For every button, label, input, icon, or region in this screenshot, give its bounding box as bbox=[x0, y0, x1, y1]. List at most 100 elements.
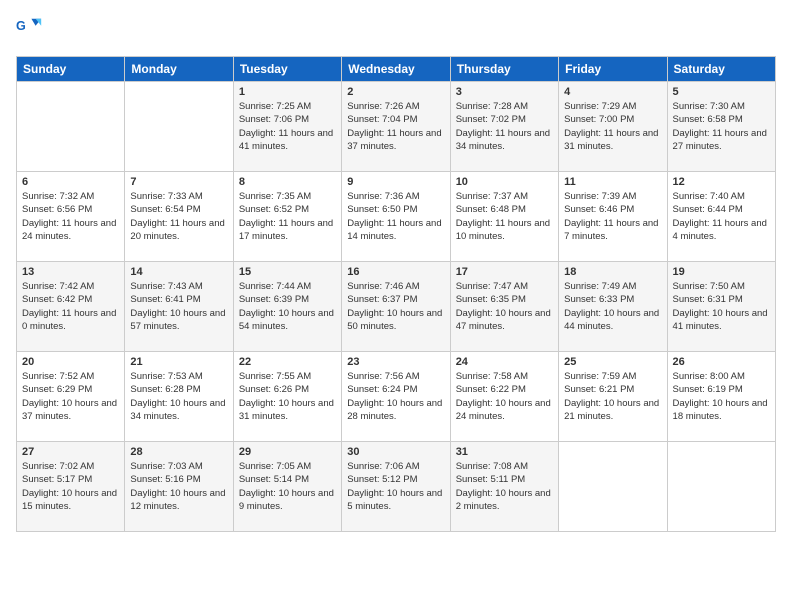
day-info: Sunrise: 7:46 AMSunset: 6:37 PMDaylight:… bbox=[347, 280, 444, 333]
day-info: Sunrise: 7:42 AMSunset: 6:42 PMDaylight:… bbox=[22, 280, 119, 333]
day-info: Sunrise: 7:56 AMSunset: 6:24 PMDaylight:… bbox=[347, 370, 444, 423]
calendar-cell: 6 Sunrise: 7:32 AMSunset: 6:56 PMDaylight… bbox=[17, 172, 125, 262]
day-info: Sunrise: 7:49 AMSunset: 6:33 PMDaylight:… bbox=[564, 280, 661, 333]
day-info: Sunrise: 7:32 AMSunset: 6:56 PMDaylight:… bbox=[22, 190, 119, 243]
calendar-cell: 16 Sunrise: 7:46 AMSunset: 6:37 PMDayligh… bbox=[342, 262, 450, 352]
calendar-cell: 31Sunrise: 7:08 AMSunset: 5:11 PMDayligh… bbox=[450, 442, 558, 532]
day-number: 10 bbox=[456, 176, 553, 188]
header-day-monday: Monday bbox=[125, 57, 233, 82]
day-info: Sunrise: 7:47 AMSunset: 6:35 PMDaylight:… bbox=[456, 280, 553, 333]
day-info: Sunrise: 7:40 AMSunset: 6:44 PMDaylight:… bbox=[673, 190, 770, 243]
logo: G bbox=[16, 16, 48, 44]
day-number: 16 bbox=[347, 266, 444, 278]
day-info: Sunrise: 7:44 AMSunset: 6:39 PMDaylight:… bbox=[239, 280, 336, 333]
calendar-cell: 1 Sunrise: 7:25 AMSunset: 7:06 PMDaylight… bbox=[233, 82, 341, 172]
day-number: 22 bbox=[239, 356, 336, 368]
calendar-cell: 18Sunrise: 7:49 AMSunset: 6:33 PMDayligh… bbox=[559, 262, 667, 352]
day-number: 2 bbox=[347, 86, 444, 98]
day-number: 12 bbox=[673, 176, 770, 188]
day-info: Sunrise: 7:39 AMSunset: 6:46 PMDaylight:… bbox=[564, 190, 661, 243]
calendar-cell: 15 Sunrise: 7:44 AMSunset: 6:39 PMDayligh… bbox=[233, 262, 341, 352]
calendar-cell: 25 Sunrise: 7:59 AMSunset: 6:21 PMDayligh… bbox=[559, 352, 667, 442]
day-number: 28 bbox=[130, 446, 227, 458]
day-info: Sunrise: 7:36 AMSunset: 6:50 PMDaylight:… bbox=[347, 190, 444, 243]
calendar-cell: 22 Sunrise: 7:55 AMSunset: 6:26 PMDayligh… bbox=[233, 352, 341, 442]
calendar-cell: 23Sunrise: 7:56 AMSunset: 6:24 PMDayligh… bbox=[342, 352, 450, 442]
calendar-cell: 28 Sunrise: 7:03 AMSunset: 5:16 PMDayligh… bbox=[125, 442, 233, 532]
header-day-thursday: Thursday bbox=[450, 57, 558, 82]
day-info: Sunrise: 7:33 AMSunset: 6:54 PMDaylight:… bbox=[130, 190, 227, 243]
week-row-5: 27 Sunrise: 7:02 AMSunset: 5:17 PMDayligh… bbox=[17, 442, 776, 532]
header-day-sunday: Sunday bbox=[17, 57, 125, 82]
calendar-cell: 19Sunrise: 7:50 AMSunset: 6:31 PMDayligh… bbox=[667, 262, 775, 352]
calendar-cell: 12 Sunrise: 7:40 AMSunset: 6:44 PMDayligh… bbox=[667, 172, 775, 262]
day-number: 14 bbox=[130, 266, 227, 278]
calendar-cell: 4Sunrise: 7:29 AMSunset: 7:00 PMDaylight… bbox=[559, 82, 667, 172]
day-number: 1 bbox=[239, 86, 336, 98]
day-number: 9 bbox=[347, 176, 444, 188]
day-number: 19 bbox=[673, 266, 770, 278]
calendar-cell bbox=[17, 82, 125, 172]
day-number: 24 bbox=[456, 356, 553, 368]
day-number: 17 bbox=[456, 266, 553, 278]
day-info: Sunrise: 7:28 AMSunset: 7:02 PMDaylight:… bbox=[456, 100, 553, 153]
day-number: 11 bbox=[564, 176, 661, 188]
header-row: SundayMondayTuesdayWednesdayThursdayFrid… bbox=[17, 57, 776, 82]
day-number: 20 bbox=[22, 356, 119, 368]
calendar-cell: 11 Sunrise: 7:39 AMSunset: 6:46 PMDayligh… bbox=[559, 172, 667, 262]
calendar-cell: 9 Sunrise: 7:36 AMSunset: 6:50 PMDaylight… bbox=[342, 172, 450, 262]
week-row-4: 20 Sunrise: 7:52 AMSunset: 6:29 PMDayligh… bbox=[17, 352, 776, 442]
day-info: Sunrise: 7:59 AMSunset: 6:21 PMDaylight:… bbox=[564, 370, 661, 423]
day-number: 27 bbox=[22, 446, 119, 458]
calendar-cell: 14Sunrise: 7:43 AMSunset: 6:41 PMDayligh… bbox=[125, 262, 233, 352]
day-info: Sunrise: 7:08 AMSunset: 5:11 PMDaylight:… bbox=[456, 460, 553, 513]
calendar-cell: 26Sunrise: 8:00 AMSunset: 6:19 PMDayligh… bbox=[667, 352, 775, 442]
header-day-wednesday: Wednesday bbox=[342, 57, 450, 82]
calendar-cell: 13 Sunrise: 7:42 AMSunset: 6:42 PMDayligh… bbox=[17, 262, 125, 352]
day-number: 7 bbox=[130, 176, 227, 188]
day-info: Sunrise: 8:00 AMSunset: 6:19 PMDaylight:… bbox=[673, 370, 770, 423]
day-info: Sunrise: 7:52 AMSunset: 6:29 PMDaylight:… bbox=[22, 370, 119, 423]
day-number: 8 bbox=[239, 176, 336, 188]
day-info: Sunrise: 7:03 AMSunset: 5:16 PMDaylight:… bbox=[130, 460, 227, 513]
calendar-cell: 21 Sunrise: 7:53 AMSunset: 6:28 PMDayligh… bbox=[125, 352, 233, 442]
day-info: Sunrise: 7:05 AMSunset: 5:14 PMDaylight:… bbox=[239, 460, 336, 513]
calendar-cell: 17 Sunrise: 7:47 AMSunset: 6:35 PMDayligh… bbox=[450, 262, 558, 352]
day-info: Sunrise: 7:35 AMSunset: 6:52 PMDaylight:… bbox=[239, 190, 336, 243]
page-header: G bbox=[16, 16, 776, 44]
day-info: Sunrise: 7:29 AMSunset: 7:00 PMDaylight:… bbox=[564, 100, 661, 153]
day-info: Sunrise: 7:06 AMSunset: 5:12 PMDaylight:… bbox=[347, 460, 444, 513]
calendar-cell: 24Sunrise: 7:58 AMSunset: 6:22 PMDayligh… bbox=[450, 352, 558, 442]
week-row-3: 13 Sunrise: 7:42 AMSunset: 6:42 PMDayligh… bbox=[17, 262, 776, 352]
week-row-2: 6 Sunrise: 7:32 AMSunset: 6:56 PMDaylight… bbox=[17, 172, 776, 262]
calendar-cell: 7 Sunrise: 7:33 AMSunset: 6:54 PMDaylight… bbox=[125, 172, 233, 262]
calendar-cell: 2Sunrise: 7:26 AMSunset: 7:04 PMDaylight… bbox=[342, 82, 450, 172]
svg-text:G: G bbox=[16, 19, 26, 33]
calendar-cell bbox=[559, 442, 667, 532]
calendar-cell bbox=[667, 442, 775, 532]
header-day-tuesday: Tuesday bbox=[233, 57, 341, 82]
calendar-cell: 8 Sunrise: 7:35 AMSunset: 6:52 PMDaylight… bbox=[233, 172, 341, 262]
day-number: 13 bbox=[22, 266, 119, 278]
calendar-cell: 20 Sunrise: 7:52 AMSunset: 6:29 PMDayligh… bbox=[17, 352, 125, 442]
day-info: Sunrise: 7:53 AMSunset: 6:28 PMDaylight:… bbox=[130, 370, 227, 423]
day-number: 15 bbox=[239, 266, 336, 278]
day-number: 21 bbox=[130, 356, 227, 368]
day-info: Sunrise: 7:55 AMSunset: 6:26 PMDaylight:… bbox=[239, 370, 336, 423]
day-info: Sunrise: 7:25 AMSunset: 7:06 PMDaylight:… bbox=[239, 100, 336, 153]
day-info: Sunrise: 7:37 AMSunset: 6:48 PMDaylight:… bbox=[456, 190, 553, 243]
calendar-cell bbox=[125, 82, 233, 172]
calendar-cell: 30 Sunrise: 7:06 AMSunset: 5:12 PMDayligh… bbox=[342, 442, 450, 532]
calendar-cell: 3Sunrise: 7:28 AMSunset: 7:02 PMDaylight… bbox=[450, 82, 558, 172]
day-info: Sunrise: 7:30 AMSunset: 6:58 PMDaylight:… bbox=[673, 100, 770, 153]
day-number: 30 bbox=[347, 446, 444, 458]
calendar-cell: 27 Sunrise: 7:02 AMSunset: 5:17 PMDayligh… bbox=[17, 442, 125, 532]
day-info: Sunrise: 7:02 AMSunset: 5:17 PMDaylight:… bbox=[22, 460, 119, 513]
day-number: 6 bbox=[22, 176, 119, 188]
logo-icon: G bbox=[16, 16, 44, 44]
day-number: 25 bbox=[564, 356, 661, 368]
header-day-friday: Friday bbox=[559, 57, 667, 82]
calendar-cell: 29Sunrise: 7:05 AMSunset: 5:14 PMDayligh… bbox=[233, 442, 341, 532]
header-day-saturday: Saturday bbox=[667, 57, 775, 82]
week-row-1: 1 Sunrise: 7:25 AMSunset: 7:06 PMDaylight… bbox=[17, 82, 776, 172]
